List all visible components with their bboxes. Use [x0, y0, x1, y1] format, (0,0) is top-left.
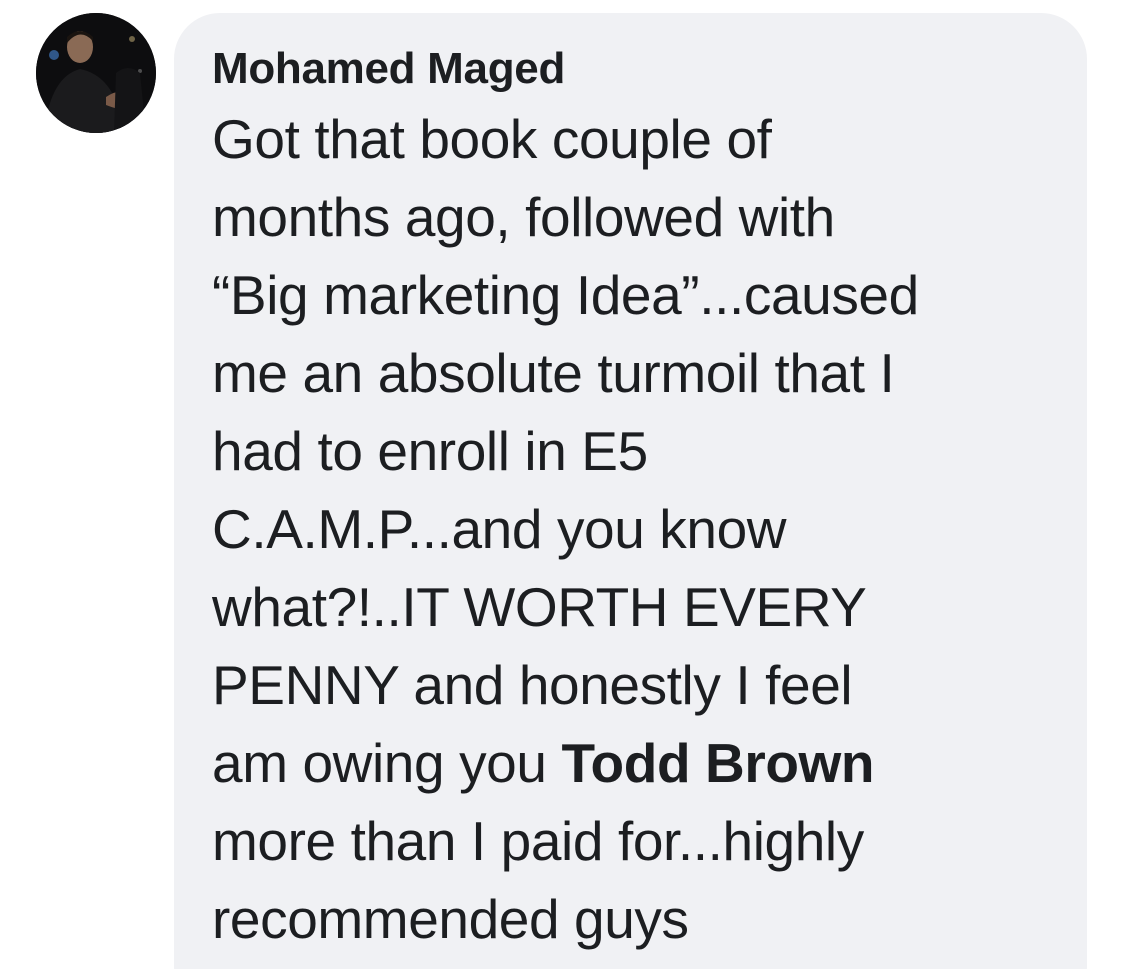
profile-photo-icon: [36, 13, 156, 133]
comment-line-prefix: am owing you: [212, 732, 562, 794]
comment-author[interactable]: Mohamed Maged: [212, 41, 1047, 97]
comment-line: C.A.M.P...and you know: [212, 498, 787, 560]
comment-line: months ago, followed with: [212, 186, 835, 248]
comment-line: PENNY and honestly I feel: [212, 654, 853, 716]
comment-line-with-mention: am owing you Todd Brown: [212, 724, 1047, 802]
avatar[interactable]: [36, 13, 156, 133]
comment-text: Got that book couple of months ago, foll…: [212, 100, 1047, 958]
comment-line: “Big marketing Idea”...caused: [212, 264, 919, 326]
comment-line: me an absolute turmoil that I: [212, 342, 895, 404]
comment-line: more than I paid for...highly: [212, 810, 864, 872]
mention-link[interactable]: Todd Brown: [561, 732, 874, 794]
comment-line: what?!..IT WORTH EVERY: [212, 576, 867, 638]
comment: Mohamed Maged Got that book couple of mo…: [0, 0, 1125, 969]
comment-line: Got that book couple of: [212, 108, 772, 170]
comment-line: had to enroll in E5: [212, 420, 648, 482]
comment-line: recommended guys: [212, 888, 689, 950]
comment-bubble: Mohamed Maged Got that book couple of mo…: [174, 13, 1087, 969]
